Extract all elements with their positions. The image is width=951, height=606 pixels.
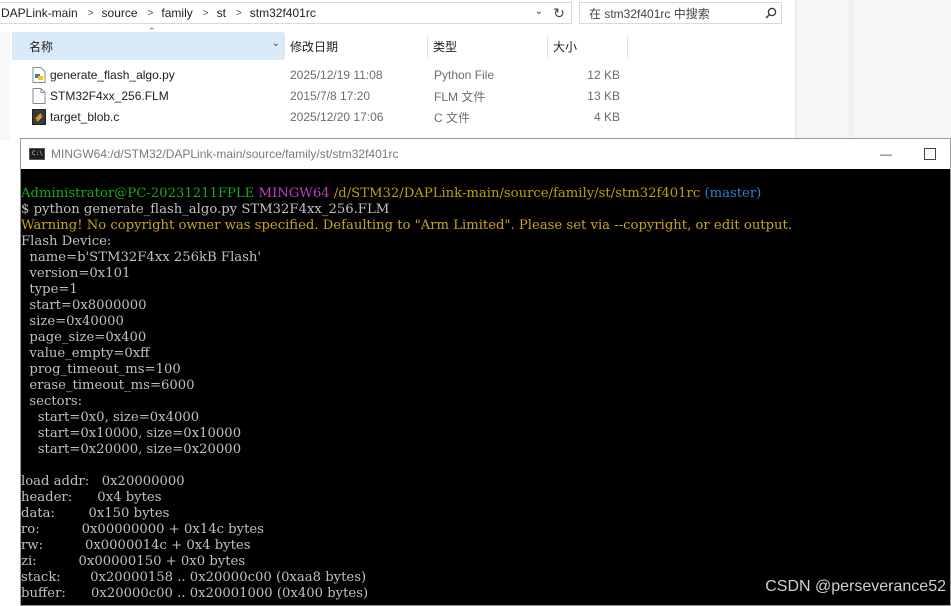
- refresh-icon: ↻: [553, 4, 565, 21]
- watermark: CSDN @perseverance52: [765, 578, 946, 595]
- chevron-right-icon[interactable]: >: [203, 8, 209, 19]
- file-type: C 文件: [434, 110, 471, 125]
- sort-up-icon: ⌃: [148, 26, 156, 36]
- maximize-icon[interactable]: [924, 148, 936, 160]
- output-line: start=0x0, size=0x4000: [21, 410, 200, 425]
- output-line: start=0x10000, size=0x10000: [21, 426, 242, 441]
- output-line: rw: 0x0000014c + 0x4 bytes: [21, 538, 251, 553]
- generic-file-icon: [32, 88, 46, 104]
- python-file-icon: [32, 67, 46, 83]
- file-name: target_blob.c: [50, 110, 120, 124]
- terminal-titlebar[interactable]: C:\ MINGW64:/d/STM32/DAPLink-main/source…: [21, 139, 950, 169]
- prompt-user: Administrator@PC-20231211FPLE: [21, 186, 255, 201]
- file-type: FLM 文件: [434, 89, 486, 104]
- file-modified: 2025/12/20 17:06: [290, 110, 384, 124]
- file-row[interactable]: STM32F4xx_256.FLM 2015/7/8 17:20 FLM 文件 …: [24, 86, 634, 106]
- output-line: load addr: 0x20000000: [21, 474, 185, 489]
- output-line: type=1: [21, 282, 78, 297]
- breadcrumb-4[interactable]: stm32f401rc: [249, 6, 316, 20]
- column-label-size: 大小: [553, 39, 578, 54]
- chevron-down-icon[interactable]: ⌄: [535, 6, 543, 17]
- output-line: Flash Device:: [21, 234, 112, 249]
- refresh-button[interactable]: ↻: [548, 2, 570, 24]
- column-divider[interactable]: [284, 34, 285, 58]
- column-label-modified: 修改日期: [290, 39, 339, 54]
- output-line: buffer: 0x20000c00 .. 0x20001000 (0x400 …: [21, 586, 369, 601]
- output-line: header: 0x4 bytes: [21, 490, 162, 505]
- prompt-path: /d/STM32/DAPLink-main/source/family/st/s…: [333, 186, 701, 201]
- address-bar[interactable]: DAPLink-main > source > family > st > st…: [0, 2, 572, 24]
- terminal-window[interactable]: C:\ MINGW64:/d/STM32/DAPLink-main/source…: [20, 138, 951, 606]
- prompt-branch: (master): [704, 186, 762, 201]
- output-line: size=0x40000: [21, 314, 124, 329]
- column-header-type[interactable]: 类型: [433, 32, 543, 60]
- column-label-name: 名称: [29, 39, 54, 54]
- output-line: ro: 0x00000000 + 0x14c bytes: [21, 522, 264, 537]
- output-line: version=0x101: [21, 266, 131, 281]
- breadcrumb-1[interactable]: source: [101, 6, 138, 20]
- file-row[interactable]: generate_flash_algo.py 2025/12/19 11:08 …: [24, 65, 634, 85]
- terminal-title: MINGW64:/d/STM32/DAPLink-main/source/fam…: [51, 147, 399, 161]
- file-size: 13 KB: [587, 89, 620, 103]
- details-pane: [795, 0, 951, 140]
- column-divider[interactable]: [427, 34, 428, 58]
- output-line: prog_timeout_ms=100: [21, 362, 181, 377]
- command-line: $ python generate_flash_algo.py STM32F4x…: [21, 202, 390, 217]
- warning-line: Warning! No copyright owner was specifie…: [21, 218, 793, 233]
- file-name: STM32F4xx_256.FLM: [50, 89, 169, 103]
- search-icon[interactable]: [761, 7, 781, 19]
- column-header-name[interactable]: 名称 ⌃ ⌄: [12, 26, 284, 60]
- file-explorer-window: DAPLink-main > source > family > st > st…: [0, 0, 951, 140]
- chevron-right-icon[interactable]: >: [236, 8, 242, 19]
- column-label-type: 类型: [433, 39, 458, 54]
- output-line: erase_timeout_ms=6000: [21, 378, 195, 393]
- column-header-size[interactable]: 大小: [553, 32, 623, 60]
- breadcrumb-0[interactable]: DAPLink-main: [0, 6, 78, 20]
- file-size: 4 KB: [593, 110, 620, 124]
- file-size: 12 KB: [587, 68, 620, 82]
- navigation-pane: [0, 32, 10, 140]
- output-line: start=0x20000, size=0x20000: [21, 442, 242, 457]
- column-header-modified[interactable]: 修改日期: [290, 32, 420, 60]
- file-type: Python File: [434, 68, 495, 82]
- file-name: generate_flash_algo.py: [50, 68, 175, 82]
- column-divider[interactable]: [627, 34, 628, 58]
- terminal-output[interactable]: Administrator@PC-20231211FPLE MINGW64 /d…: [21, 169, 950, 605]
- prompt-line: Administrator@PC-20231211FPLE MINGW64 /d…: [21, 186, 761, 202]
- terminal-app-icon: C:\: [29, 148, 45, 160]
- c-file-icon: [32, 109, 46, 125]
- column-divider[interactable]: [547, 34, 548, 58]
- chevron-right-icon[interactable]: >: [148, 8, 154, 19]
- file-modified: 2015/7/8 17:20: [290, 89, 371, 103]
- output-line: page_size=0x400: [21, 330, 147, 345]
- chevron-down-icon[interactable]: ⌄: [272, 38, 280, 49]
- output-line: start=0x8000000: [21, 298, 147, 313]
- output-line: zi: 0x00000150 + 0x0 bytes: [21, 554, 246, 569]
- output-line: data: 0x150 bytes: [21, 506, 170, 521]
- minimize-icon[interactable]: —: [879, 147, 893, 161]
- chevron-right-icon[interactable]: >: [88, 8, 94, 19]
- output-line: value_empty=0xff: [21, 346, 150, 361]
- search-box[interactable]: 在 stm32f401rc 中搜索: [579, 2, 782, 24]
- search-input[interactable]: 在 stm32f401rc 中搜索: [580, 5, 761, 22]
- output-line: name=b'STM32F4xx 256kB Flash': [21, 250, 262, 265]
- output-line: sectors:: [21, 394, 83, 409]
- file-modified: 2025/12/19 11:08: [290, 68, 383, 82]
- pane-divider: [848, 0, 854, 140]
- breadcrumb-2[interactable]: family: [160, 6, 192, 20]
- breadcrumb-3[interactable]: st: [216, 6, 226, 20]
- output-line: stack: 0x20000158 .. 0x20000c00 (0xaa8 b…: [21, 570, 367, 585]
- prompt-shell: MINGW64: [258, 186, 330, 201]
- file-row[interactable]: target_blob.c 2025/12/20 17:06 C 文件 4 KB: [24, 107, 634, 127]
